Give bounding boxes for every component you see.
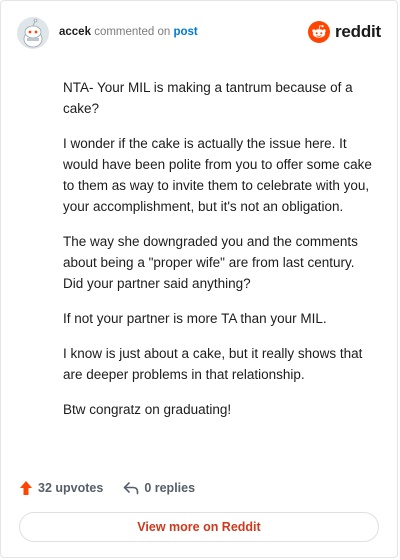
brand-wordmark: reddit	[334, 22, 381, 41]
upvote-button[interactable]: 32 upvotes	[19, 480, 103, 496]
commented-on-text: commented on	[94, 26, 171, 38]
comment-meta: accek commented on post	[59, 24, 198, 40]
comment-footer: 32 upvotes 0 replies	[19, 477, 215, 499]
snoo-avatar-icon	[17, 17, 49, 49]
reply-count: 0 replies	[144, 481, 196, 495]
view-more-button[interactable]: View more on Reddit	[19, 512, 379, 542]
embedded-comment-card: accek commented on post reddit NTA- Your…	[0, 0, 398, 558]
comment-paragraph: I know is just about a cake, but it real…	[63, 346, 363, 382]
username-link[interactable]: accek	[59, 26, 91, 38]
reply-arrow-icon	[124, 482, 139, 495]
reddit-logo-icon	[307, 21, 330, 43]
comment-paragraph: If not your partner is more TA than your…	[63, 311, 327, 326]
comment-paragraph: NTA- Your MIL is making a tantrum becaus…	[63, 80, 353, 116]
avatar[interactable]	[17, 17, 49, 49]
upvote-arrow-icon	[20, 481, 32, 495]
reply-button[interactable]: 0 replies	[123, 481, 195, 495]
reddit-brand[interactable]: reddit	[307, 21, 381, 43]
comment-body: NTA- Your MIL is making a tantrum becaus…	[63, 77, 375, 434]
upvote-count: 32 upvotes	[38, 481, 104, 495]
comment-paragraph: The way she downgraded you and the comme…	[63, 234, 358, 291]
post-link[interactable]: post	[173, 26, 197, 38]
comment-paragraph: Btw congratz on graduating!	[63, 402, 232, 417]
comment-paragraph: I wonder if the cake is actually the iss…	[63, 136, 372, 214]
